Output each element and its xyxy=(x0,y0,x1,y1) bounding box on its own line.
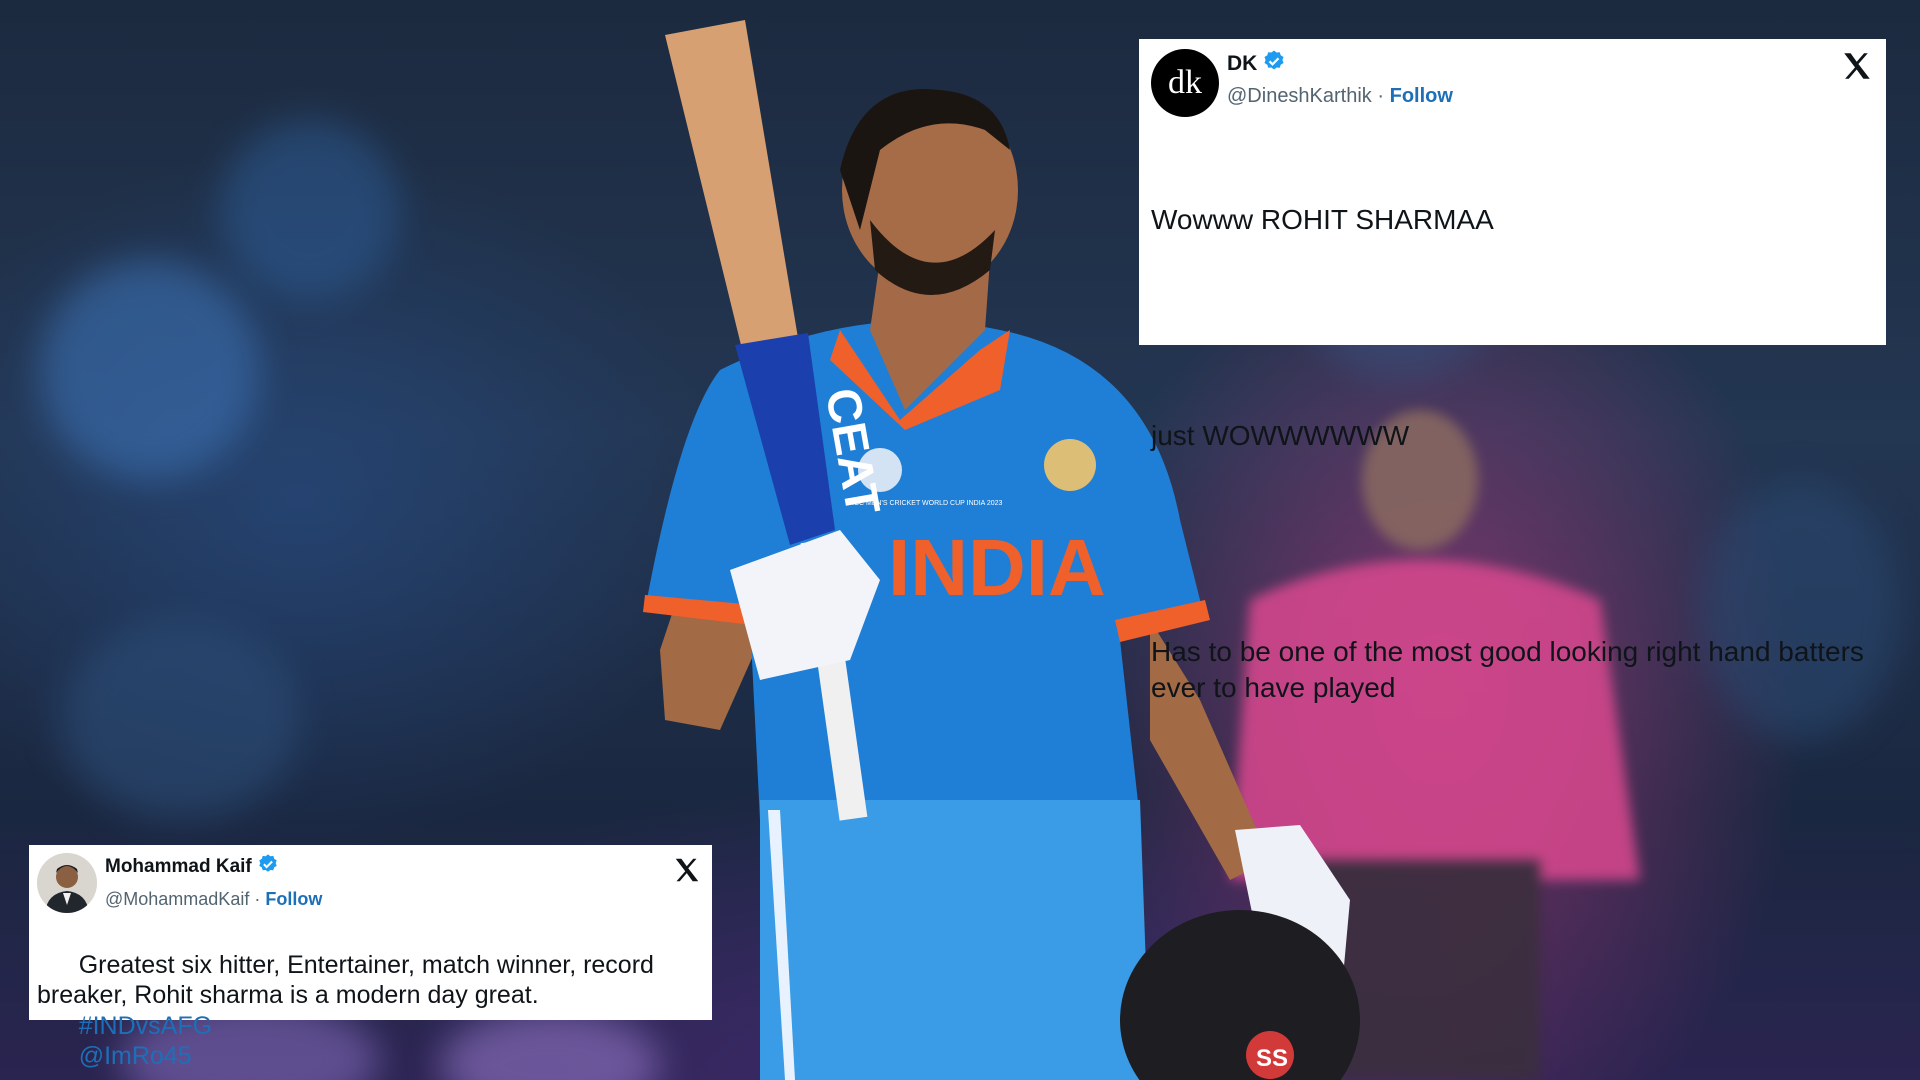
tweet-text-line: just WOWWWWWW xyxy=(1151,419,1410,451)
profile-photo-icon xyxy=(37,853,97,913)
x-logo-icon[interactable] xyxy=(1840,49,1874,88)
world-cup-badge-text: ICC MEN'S CRICKET WORLD CUP INDIA 2023 xyxy=(852,500,1003,507)
mention-link[interactable]: @ImRo45 xyxy=(79,1042,192,1070)
avatar[interactable] xyxy=(37,853,97,913)
avatar[interactable]: dk xyxy=(1151,49,1219,117)
tweet-text-line: Wowww ROHIT SHARMAA xyxy=(1151,203,1494,235)
photo-scene: INDIA CEAT SS ICC MEN'S CRICKET WORLD CU… xyxy=(0,0,1920,1080)
avatar-monogram: dk xyxy=(1168,64,1202,101)
separator-dot: · xyxy=(1377,85,1385,107)
tweet-text: Greatest six hitter, Entertainer, match … xyxy=(37,950,661,1010)
separator-dot: · xyxy=(254,889,261,909)
follow-button[interactable]: Follow xyxy=(265,889,322,909)
x-logo-icon[interactable] xyxy=(672,855,702,890)
tweet-card-kaif[interactable]: Mohammad Kaif @MohammadKaif · Follow Gre… xyxy=(29,845,712,1070)
follow-button[interactable]: Follow xyxy=(1390,85,1453,107)
author-name[interactable]: DK xyxy=(1227,52,1257,76)
jersey-text: INDIA xyxy=(888,523,1106,612)
tweet-text-line: Has to be one of the most good looking r… xyxy=(1151,635,1872,704)
verified-badge-icon xyxy=(1262,49,1286,79)
hashtag-link[interactable]: #INDvsAFG xyxy=(79,1012,212,1040)
helmet-logo-text: SS xyxy=(1256,1045,1288,1072)
author-name[interactable]: Mohammad Kaif xyxy=(105,856,252,878)
author-handle[interactable]: @MohammadKaif xyxy=(105,889,249,909)
tweet-card-dk[interactable]: dk DK @DineshKarthik · Follow Wowww ROHI… xyxy=(1139,39,1886,703)
verified-badge-icon xyxy=(257,853,279,881)
author-handle[interactable]: @DineshKarthik xyxy=(1227,85,1372,107)
